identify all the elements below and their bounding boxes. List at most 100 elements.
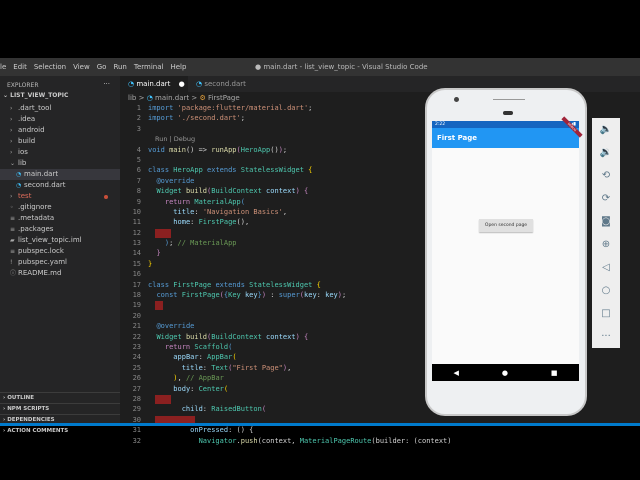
file-tree-item[interactable]: ⌄ lib [0, 158, 120, 169]
more-icon[interactable]: ··· [601, 331, 611, 342]
panel-outline[interactable]: › OUTLINE [0, 392, 120, 403]
panel-npm-scripts[interactable]: › NPM SCRIPTS [0, 403, 120, 414]
menu-file[interactable]: le [0, 63, 6, 71]
home-icon[interactable]: ○ [602, 285, 611, 296]
dart-icon: ◔ [128, 80, 135, 88]
code-token: import [148, 114, 178, 123]
code-token: 'package:flutter/material.dart' [177, 104, 309, 112]
app-bar: First Page [432, 128, 579, 148]
codelens-run-debug[interactable]: Run | Debug [155, 135, 195, 143]
chevron-right-icon: › [10, 193, 13, 200]
code-token: StatelessWidget [249, 280, 317, 289]
tab-main-dart[interactable]: ◔ main.dart ● [120, 76, 188, 92]
panel-action-comments[interactable]: › ACTION COMMENTS [0, 425, 120, 436]
volume-up-icon[interactable]: 🔈 [600, 124, 612, 135]
home-icon[interactable]: ● [502, 369, 508, 377]
line-number: 2 [136, 114, 141, 123]
code-token: key [304, 291, 317, 300]
line-number: 28 [132, 394, 141, 403]
code-token: ; [240, 114, 245, 123]
file-name: main.dart [24, 170, 59, 178]
volume-down-icon[interactable]: 🔉 [600, 147, 612, 158]
file-tree-item[interactable]: ▰ list_view_topic.iml [0, 235, 120, 246]
menu-help[interactable]: Help [170, 63, 186, 71]
app-bar-title: First Page [437, 134, 478, 142]
breadcrumb-item[interactable]: lib [128, 94, 136, 102]
zoom-icon[interactable]: ⊕ [602, 239, 610, 250]
code-token: Scaffold [194, 342, 229, 351]
dart-icon: ◔ [196, 80, 203, 88]
rotate-left-icon[interactable]: ⟲ [602, 170, 610, 181]
file-tree-item[interactable]: › build [0, 136, 120, 147]
file-tree-item[interactable]: › .dart_tool [0, 103, 120, 114]
file-name: build [18, 137, 36, 145]
overview-icon[interactable]: □ [601, 308, 610, 319]
file-tree-item[interactable]: › ios [0, 147, 120, 158]
rotate-right-icon[interactable]: ⟳ [602, 193, 610, 204]
project-folder[interactable]: ⌄ LIST_VIEW_TOPIC [0, 92, 120, 103]
back-icon[interactable]: ◀ [453, 369, 458, 377]
line-number: 3 [136, 124, 141, 133]
code-token: () => [185, 145, 212, 154]
file-tree-item[interactable]: › test [0, 191, 120, 202]
file-tree-item[interactable]: ≡ pubspec.lock [0, 246, 120, 257]
file-icon: ◦ [10, 204, 14, 211]
code-token: @override [156, 176, 195, 185]
file-tree-item[interactable]: › .idea [0, 114, 120, 125]
camera-icon[interactable]: ◙ [601, 216, 611, 227]
tab-second-dart[interactable]: ◔ second.dart [188, 76, 260, 92]
breadcrumb-item[interactable]: main.dart [155, 94, 189, 102]
code-token: appBar [173, 353, 199, 362]
code-token: ; [308, 104, 313, 112]
recents-icon[interactable]: ■ [551, 369, 558, 377]
menu-edit[interactable]: Edit [13, 63, 27, 71]
code-token: StatelessWidget [240, 166, 309, 175]
menu-selection[interactable]: Selection [34, 63, 66, 71]
menu-run[interactable]: Run [113, 63, 126, 71]
line-number: 5 [136, 155, 141, 164]
code-token: : [202, 363, 212, 372]
class-icon: ⚙ [199, 94, 206, 102]
panel-label: OUTLINE [7, 395, 34, 401]
code-line: 28 [120, 394, 420, 404]
menu-view[interactable]: View [73, 63, 90, 71]
code-token: MaterialApp [194, 197, 241, 206]
menu-terminal[interactable]: Terminal [134, 63, 164, 71]
chevron-right-icon: › [10, 116, 13, 123]
code-token: build [185, 187, 208, 196]
code-line: 12 [120, 228, 420, 238]
line-number: 9 [136, 197, 141, 206]
file-tree-item[interactable]: ◔ second.dart [0, 180, 120, 191]
code-token: FirstPage [173, 280, 216, 289]
file-name: .dart_tool [18, 104, 52, 112]
menu-bar: le Edit Selection View Go Run Terminal H… [0, 58, 640, 76]
tab-label: second.dart [204, 80, 246, 88]
code-editor[interactable]: 1 import 'package:flutter/material.dart';… [120, 103, 452, 446]
code-token: () [270, 145, 279, 154]
code-line: 2 import './second.dart'; [120, 113, 420, 123]
file-tree-item[interactable]: ◔ main.dart [0, 169, 120, 180]
file-tree-item[interactable]: › android [0, 125, 120, 136]
line-number: 15 [132, 259, 141, 268]
menu-go[interactable]: Go [97, 63, 107, 71]
phone-screen[interactable]: 2:22 ▾◢▮ First Page DEBUG Open second pa… [432, 116, 583, 381]
open-second-page-button[interactable]: Open second page [479, 219, 533, 232]
line-number: 12 [132, 228, 141, 237]
file-tree-item[interactable]: ⓘ README.md [0, 268, 120, 279]
file-tree-item[interactable]: ◦ .gitignore [0, 202, 120, 213]
more-icon[interactable]: ··· [103, 80, 110, 88]
unsaved-dot-icon[interactable]: ● [179, 80, 185, 88]
code-token: Center [198, 384, 224, 393]
chevron-right-icon: > [191, 94, 198, 102]
breadcrumb-item[interactable]: FirstPage [208, 94, 240, 102]
line-number: 11 [132, 218, 141, 227]
back-icon[interactable]: ◁ [602, 262, 610, 273]
file-tree-item[interactable]: ≡ .metadata [0, 213, 120, 224]
file-tree-item[interactable]: ! pubspec.yaml [0, 257, 120, 268]
file-name: pubspec.lock [18, 247, 64, 255]
file-tree-item[interactable]: ≡ .packages [0, 224, 120, 235]
